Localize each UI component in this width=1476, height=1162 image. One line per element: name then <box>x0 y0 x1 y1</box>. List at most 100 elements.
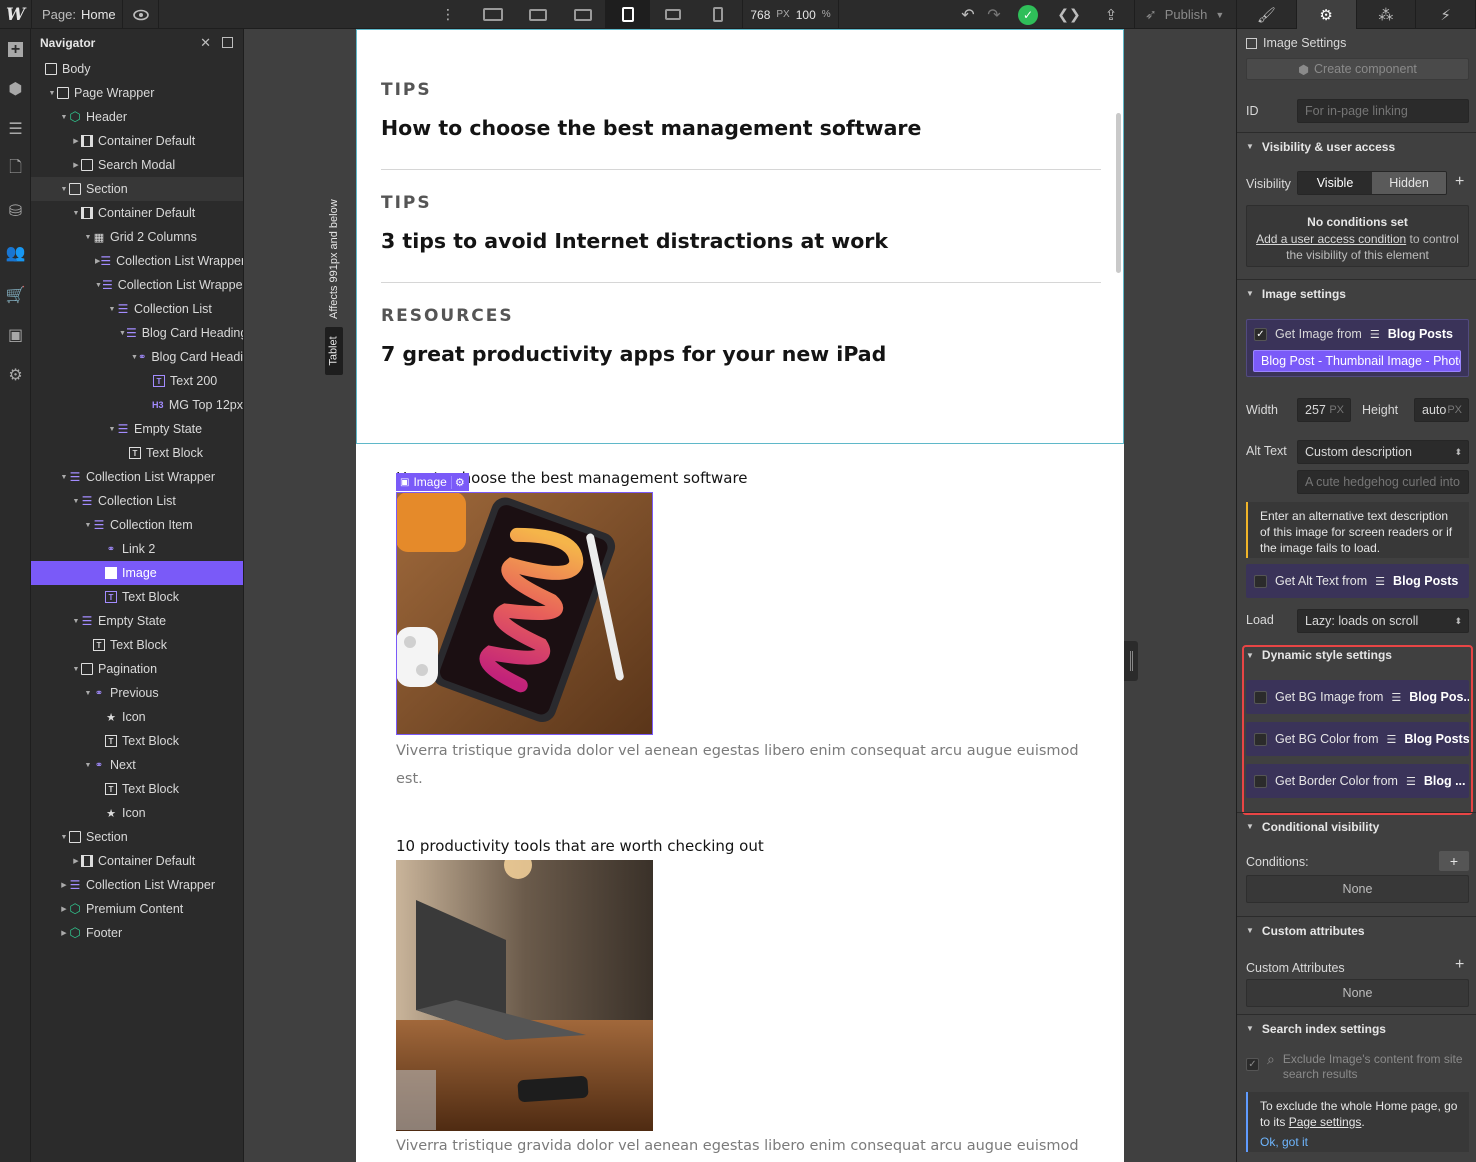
export-icon[interactable]: ⇪ <box>1100 0 1122 29</box>
search-index-header[interactable]: ▼ Search index settings <box>1237 1014 1476 1042</box>
add-condition-link[interactable]: Add a user access condition <box>1256 232 1406 246</box>
cms-database-icon[interactable]: ⛁ <box>0 191 31 231</box>
settings-gear-icon[interactable]: ⚙ <box>1296 0 1357 29</box>
ecommerce-cart-icon[interactable]: 🛒 <box>0 275 31 315</box>
redo-icon[interactable]: ↷ <box>984 0 1004 29</box>
caret-down-icon[interactable]: ▼ <box>83 234 93 241</box>
tip-card[interactable]: TIPS 3 tips to avoid Internet distractio… <box>381 193 1101 253</box>
caret-down-icon[interactable]: ▼ <box>59 834 69 841</box>
tip-card[interactable]: RESOURCES 7 great productivity apps for … <box>381 306 1101 366</box>
navigator-item[interactable]: ▼ ☰ Collection Item <box>31 513 243 537</box>
alt-text-input[interactable] <box>1297 470 1469 494</box>
undo-icon[interactable]: ↶ <box>958 0 978 29</box>
image-settings-header[interactable]: ▼ Image settings <box>1237 279 1476 307</box>
navigator-item[interactable]: ⚭ Link 2 <box>31 537 243 561</box>
visible-option[interactable]: Visible <box>1298 172 1372 194</box>
conditional-visibility-header[interactable]: ▼ Conditional visibility <box>1237 812 1476 840</box>
visibility-section-header[interactable]: ▼ Visibility & user access <box>1237 132 1476 160</box>
hidden-option[interactable]: Hidden <box>1372 172 1446 194</box>
breakpoint-tab[interactable]: Tablet <box>325 327 343 375</box>
desktop-icon[interactable] <box>515 0 560 29</box>
settings-cog-icon[interactable]: ⚙ <box>0 355 31 395</box>
tips-list[interactable]: TIPS How to choose the best management s… <box>356 29 1124 444</box>
navigator-item[interactable]: Image <box>31 561 243 585</box>
caret-down-icon[interactable]: ▼ <box>83 762 93 769</box>
checkbox-checked-icon[interactable]: ✓ <box>1254 327 1267 341</box>
create-component-button[interactable]: ⬢ Create component <box>1246 58 1469 80</box>
pages-icon[interactable]: 🗋 <box>0 149 31 189</box>
caret-down-icon[interactable]: ▼ <box>59 114 69 121</box>
mobile-portrait-icon[interactable] <box>695 0 740 29</box>
caret-down-icon[interactable]: ▼ <box>83 522 93 529</box>
navigator-item[interactable]: ▼⚭ Blog Card Heading <box>31 345 243 369</box>
navigator-item[interactable]: ▼ ☰ Empty State <box>31 417 243 441</box>
navigator-item[interactable]: ★ Icon <box>31 801 243 825</box>
navigator-item[interactable]: T Text Block <box>31 441 243 465</box>
publish-button[interactable]: ➶ Publish ▼ <box>1134 0 1236 29</box>
desktop-large-icon[interactable] <box>470 0 515 29</box>
caret-down-icon[interactable]: ▼ <box>71 498 81 505</box>
item-image-laptop[interactable] <box>396 860 653 1131</box>
get-alt-row[interactable]: Get Alt Text from ☰ Blog Posts <box>1246 564 1469 598</box>
gear-icon[interactable]: ⚙ <box>450 475 465 489</box>
preview-eye-icon[interactable] <box>123 0 159 29</box>
caret-down-icon[interactable]: ▼ <box>95 282 102 289</box>
navigator-item[interactable]: ▶ Search Modal <box>31 153 243 177</box>
navigator-item[interactable]: ▼ ☰ Collection List <box>31 297 243 321</box>
more-options-icon[interactable]: ⋮ <box>440 0 456 29</box>
navigator-item[interactable]: ▼ ⚭ Next <box>31 753 243 777</box>
checkbox-checked-icon[interactable]: ✓ <box>1246 1058 1259 1071</box>
caret-right-icon[interactable]: ▶ <box>59 881 69 889</box>
navigator-item[interactable]: ▶ ⬡ Footer <box>31 921 243 945</box>
desktop-base-icon[interactable] <box>560 0 605 29</box>
navigator-item[interactable]: ▼ Pagination <box>31 657 243 681</box>
navigator-item[interactable]: T Text Block <box>31 729 243 753</box>
item-title[interactable]: 10 productivity tools that are worth che… <box>396 837 764 855</box>
width-input[interactable]: 257 PX <box>1297 398 1351 422</box>
navigator-item[interactable]: ▶ Container Default <box>31 129 243 153</box>
tablet-icon[interactable] <box>605 0 650 29</box>
scrollbar[interactable] <box>1116 113 1121 273</box>
navigator-item[interactable]: ▼ ▦ Grid 2 Columns <box>31 225 243 249</box>
caret-right-icon[interactable]: ▶ <box>59 905 69 913</box>
navigator-item[interactable]: H3 MG Top 12px <box>31 393 243 417</box>
navigator-item[interactable]: ▼ ☰ Collection List Wrapper <box>31 465 243 489</box>
close-icon[interactable]: ✕ <box>200 35 211 51</box>
caret-right-icon[interactable]: ▶ <box>71 857 81 865</box>
style-brush-icon[interactable]: 🖌 <box>1237 0 1297 29</box>
navigator-item[interactable]: ▼ Section <box>31 825 243 849</box>
add-attribute-icon[interactable]: + <box>1455 956 1464 974</box>
caret-down-icon[interactable]: ▼ <box>71 666 81 673</box>
caret-right-icon[interactable]: ▶ <box>71 137 81 145</box>
custom-attributes-header[interactable]: ▼ Custom attributes <box>1237 916 1476 944</box>
webflow-logo[interactable]: W <box>0 0 31 29</box>
navigator-item[interactable]: T Text Block <box>31 585 243 609</box>
caret-down-icon[interactable]: ▼ <box>59 474 69 481</box>
caret-down-icon[interactable]: ▼ <box>59 186 69 193</box>
alt-mode-select[interactable]: Custom description ⬍ <box>1297 440 1469 464</box>
resize-handle[interactable] <box>1124 641 1138 681</box>
caret-down-icon[interactable]: ▼ <box>119 330 126 337</box>
id-input[interactable] <box>1297 99 1469 123</box>
navigator-item[interactable]: ★ Icon <box>31 705 243 729</box>
page-settings-link[interactable]: Page settings <box>1289 1115 1362 1129</box>
ok-got-it-link[interactable]: Ok, got it <box>1260 1134 1461 1150</box>
navigator-item[interactable]: T Text Block <box>31 633 243 657</box>
navigator-item[interactable]: ▼ ⬡ Header <box>31 105 243 129</box>
get-image-row[interactable]: ✓ Get Image from ☰ Blog Posts <box>1254 327 1453 341</box>
page-selector[interactable]: Page: Home <box>31 0 123 29</box>
image-field-select[interactable]: Blog Post - Thumbnail Image - Photo <box>1253 350 1461 372</box>
dock-panel-icon[interactable] <box>222 37 233 48</box>
navigator-item[interactable]: ▼ ☰ Blog Card Heading <box>31 321 243 345</box>
caret-down-icon[interactable]: ▼ <box>47 90 57 97</box>
selected-element-badge[interactable]: ▣ Image ⚙ <box>396 473 469 491</box>
caret-down-icon[interactable]: ▼ <box>131 354 138 361</box>
navigator-item[interactable]: ▶ Container Default <box>31 849 243 873</box>
navigator-item[interactable]: ▼ Container Default <box>31 201 243 225</box>
design-canvas[interactable]: Affects 991px and below Tablet TIPS How … <box>244 29 1236 1162</box>
caret-down-icon[interactable]: ▼ <box>71 618 81 625</box>
symbols-cube-icon[interactable]: ⬢ <box>0 69 31 109</box>
exclude-search-row[interactable]: ✓ ⌕ Exclude Image's content from site se… <box>1246 1052 1471 1082</box>
caret-down-icon[interactable]: ▼ <box>71 210 81 217</box>
navigator-item[interactable]: ▼ ☰ Empty State <box>31 609 243 633</box>
